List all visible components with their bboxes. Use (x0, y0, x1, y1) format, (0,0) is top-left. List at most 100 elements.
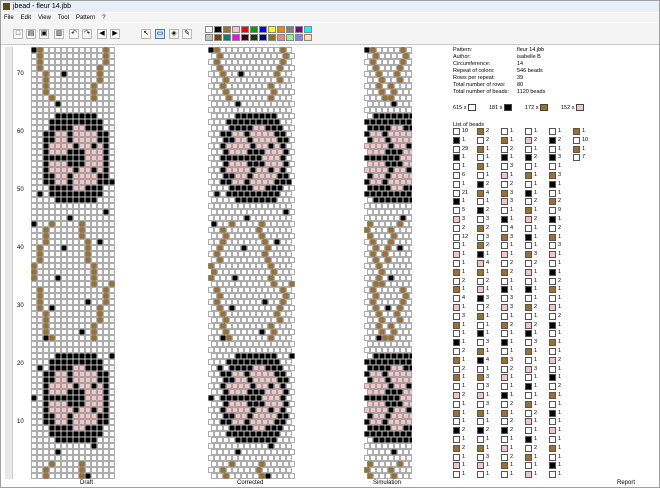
simulation-bead[interactable] (400, 395, 406, 401)
draft-bead[interactable] (31, 209, 37, 215)
corrected-bead[interactable] (268, 251, 274, 257)
draft-bead[interactable] (73, 107, 79, 113)
corrected-bead[interactable] (208, 59, 214, 65)
draft-bead[interactable] (49, 329, 55, 335)
corrected-bead[interactable] (265, 425, 271, 431)
corrected-bead[interactable] (280, 371, 286, 377)
corrected-bead[interactable] (226, 191, 232, 197)
simulation-bead[interactable] (403, 305, 409, 311)
corrected-bead[interactable] (286, 131, 292, 137)
draft-bead[interactable] (103, 233, 109, 239)
draft-bead[interactable] (43, 383, 49, 389)
draft-bead[interactable] (103, 275, 109, 281)
corrected-bead[interactable] (232, 155, 238, 161)
corrected-bead[interactable] (244, 131, 250, 137)
draft-bead[interactable] (61, 53, 67, 59)
draft-bead[interactable] (91, 119, 97, 125)
corrected-bead[interactable] (217, 461, 223, 467)
draft-bead[interactable] (55, 407, 61, 413)
draft-bead[interactable] (55, 395, 61, 401)
corrected-bead[interactable] (262, 191, 268, 197)
corrected-bead[interactable] (253, 449, 259, 455)
corrected-bead[interactable] (250, 239, 256, 245)
simulation-bead[interactable] (379, 389, 385, 395)
simulation-bead[interactable] (373, 197, 379, 203)
corrected-bead[interactable] (253, 413, 259, 419)
corrected-bead[interactable] (259, 101, 265, 107)
draft-bead[interactable] (91, 431, 97, 437)
draft-bead[interactable] (31, 173, 37, 179)
corrected-bead[interactable] (250, 407, 256, 413)
corrected-bead[interactable] (244, 443, 250, 449)
corrected-bead[interactable] (217, 425, 223, 431)
corrected-bead[interactable] (256, 359, 262, 365)
corrected-bead[interactable] (232, 239, 238, 245)
draft-bead[interactable] (73, 149, 79, 155)
draft-bead[interactable] (79, 401, 85, 407)
corrected-bead[interactable] (253, 329, 259, 335)
simulation-bead[interactable] (382, 59, 388, 65)
corrected-bead[interactable] (244, 227, 250, 233)
simulation-bead[interactable] (391, 461, 397, 467)
simulation-bead[interactable] (370, 107, 376, 113)
simulation-bead[interactable] (406, 419, 412, 425)
corrected-bead[interactable] (229, 401, 235, 407)
simulation-bead[interactable] (382, 155, 388, 161)
corrected-bead[interactable] (277, 209, 283, 215)
corrected-bead[interactable] (271, 113, 277, 119)
corrected-bead[interactable] (226, 323, 232, 329)
corrected-bead[interactable] (232, 431, 238, 437)
draft-bead[interactable] (55, 125, 61, 131)
draft-bead[interactable] (37, 245, 43, 251)
corrected-bead[interactable] (244, 263, 250, 269)
draft-bead[interactable] (67, 413, 73, 419)
draft-bead[interactable] (73, 281, 79, 287)
draft-bead[interactable] (79, 383, 85, 389)
draft-bead[interactable] (91, 221, 97, 227)
simulation-bead[interactable] (409, 89, 413, 95)
corrected-bead[interactable] (211, 329, 217, 335)
draft-bead[interactable] (43, 335, 49, 341)
simulation-bead[interactable] (385, 317, 391, 323)
corrected-bead[interactable] (247, 65, 253, 71)
simulation-bead[interactable] (367, 221, 373, 227)
corrected-bead[interactable] (247, 113, 253, 119)
corrected-bead[interactable] (259, 365, 265, 371)
draft-bead[interactable] (37, 125, 43, 131)
simulation-bead[interactable] (388, 119, 394, 125)
corrected-bead[interactable] (274, 347, 280, 353)
corrected-bead[interactable] (208, 191, 214, 197)
draft-bead[interactable] (37, 467, 43, 473)
draft-bead[interactable] (31, 467, 37, 473)
simulation-bead[interactable] (373, 53, 379, 59)
draft-bead[interactable] (73, 431, 79, 437)
draft-bead[interactable] (85, 131, 91, 137)
corrected-bead[interactable] (250, 263, 256, 269)
corrected-bead[interactable] (208, 347, 214, 353)
corrected-bead[interactable] (214, 47, 220, 53)
simulation-bead[interactable] (406, 359, 412, 365)
corrected-bead[interactable] (280, 167, 286, 173)
corrected-bead[interactable] (208, 215, 214, 221)
simulation-bead[interactable] (385, 173, 391, 179)
simulation-bead[interactable] (376, 143, 382, 149)
draft-bead[interactable] (67, 383, 73, 389)
corrected-bead[interactable] (238, 419, 244, 425)
corrected-bead[interactable] (247, 461, 253, 467)
corrected-bead[interactable] (235, 89, 241, 95)
corrected-bead[interactable] (286, 335, 292, 341)
corrected-bead[interactable] (226, 431, 232, 437)
draft-bead[interactable] (97, 311, 103, 317)
simulation-bead[interactable] (379, 173, 385, 179)
simulation-bead[interactable] (394, 167, 400, 173)
corrected-bead[interactable] (241, 53, 247, 59)
draft-bead[interactable] (73, 401, 79, 407)
simulation-bead[interactable] (376, 467, 382, 473)
draft-bead[interactable] (79, 89, 85, 95)
draft-bead[interactable] (73, 137, 79, 143)
simulation-bead[interactable] (400, 323, 406, 329)
simulation-bead[interactable] (385, 377, 391, 383)
draft-bead[interactable] (85, 389, 91, 395)
corrected-bead[interactable] (229, 377, 235, 383)
draft-bead[interactable] (67, 425, 73, 431)
